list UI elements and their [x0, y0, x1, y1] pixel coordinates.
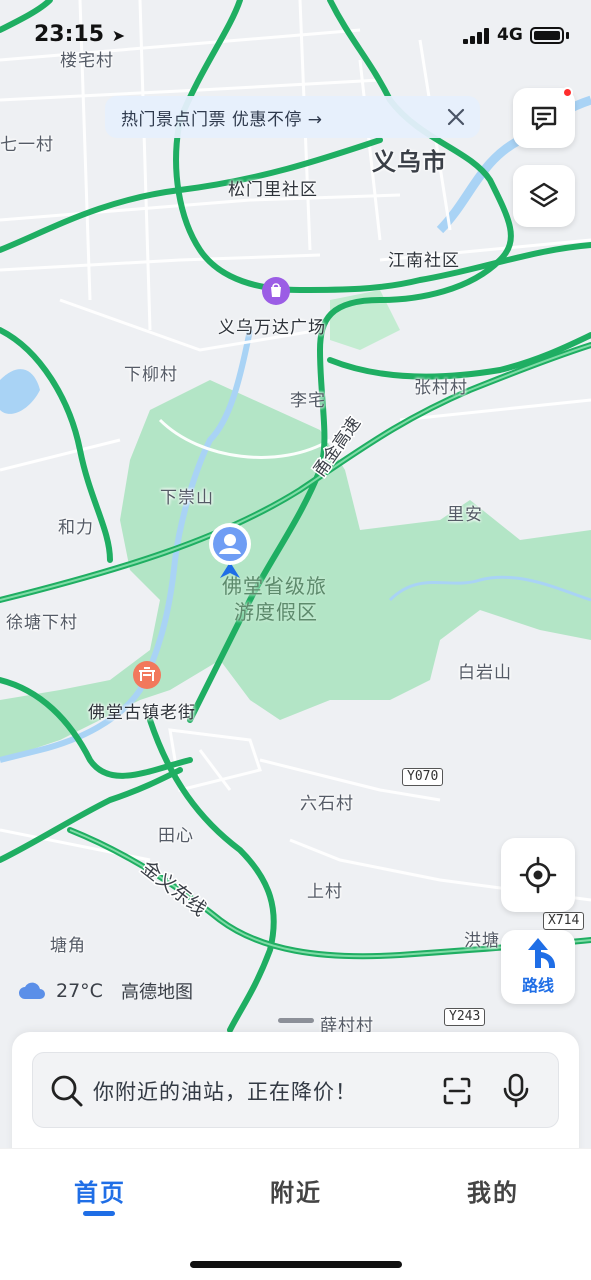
microphone-icon[interactable] — [501, 1073, 531, 1109]
map-label-wanda[interactable]: 义乌万达广场 — [218, 313, 326, 338]
battery-icon — [530, 27, 564, 44]
map-label-futang-old[interactable]: 佛堂古镇老街 — [88, 698, 196, 723]
weather-temp: 27°C — [56, 980, 103, 1002]
status-bar: 23:15 ➤ 4G — [0, 0, 591, 70]
map-label-xialiu[interactable]: 下柳村 — [124, 360, 178, 385]
map-label-yiwu-city[interactable]: 义乌市 — [372, 142, 447, 177]
weather-widget[interactable]: 27°C 高德地图 — [18, 978, 193, 1004]
map-label-qiyi[interactable]: 七一村 — [0, 130, 54, 155]
brand-label: 高德地图 — [120, 982, 193, 1003]
route-button-label: 路线 — [521, 976, 554, 995]
map-label-xiachongshan[interactable]: 下崇山 — [160, 483, 214, 508]
tab-active-indicator — [83, 1211, 115, 1216]
route-button[interactable]: 路线 — [501, 930, 575, 1004]
road-label-jinyi-east: 金义东线 — [137, 857, 210, 921]
crosshair-icon — [519, 856, 557, 894]
map-label-xutang[interactable]: 徐塘下村 — [6, 608, 78, 633]
map-label-tangjiao[interactable]: 塘角 — [50, 931, 86, 956]
map-label-resort2[interactable]: 游度假区 — [234, 596, 318, 625]
battery-nub — [566, 32, 569, 39]
road-shield-y070: Y070 — [402, 768, 444, 786]
map-label-zhangcun[interactable]: 张村村 — [414, 373, 468, 398]
scan-icon[interactable] — [441, 1075, 473, 1107]
close-icon[interactable] — [444, 105, 468, 129]
home-indicator — [190, 1261, 402, 1268]
map-label-shangcun[interactable]: 上村 — [307, 877, 343, 902]
map-label-lizhai[interactable]: 李宅 — [290, 386, 326, 411]
map-label-lian[interactable]: 里安 — [447, 500, 483, 525]
map-label-hongtang[interactable]: 洪塘 — [464, 926, 500, 951]
status-time: 23:15 ➤ — [34, 22, 126, 47]
map-label-jiangnan[interactable]: 江南社区 — [388, 246, 460, 271]
map-label-heli[interactable]: 和力 — [58, 513, 94, 538]
road-shield-x714: X714 — [543, 912, 585, 930]
search-placeholder: 你附近的油站，正在降价！ — [93, 1080, 357, 1104]
road-shield-y243: Y243 — [444, 1008, 486, 1026]
map-label-songmenli[interactable]: 松门里社区 — [228, 175, 318, 200]
tab-bar: 首页 附近 我的 — [0, 1148, 591, 1280]
sheet-drag-handle[interactable] — [278, 1018, 314, 1023]
notification-dot — [562, 87, 573, 98]
map-label-baiyan[interactable]: 白岩山 — [458, 658, 512, 683]
search-icon — [51, 1075, 83, 1107]
layers-icon — [529, 182, 559, 208]
message-icon — [531, 106, 557, 131]
cloud-icon — [19, 982, 45, 999]
promo-banner-text: 热门景点门票 优惠不停 → — [121, 109, 323, 130]
locate-me-button[interactable] — [501, 838, 575, 912]
amap-screen: 甬金高速 金义东线 义乌市 松门里社区 江南社区 义乌万达广场 楼宅村 七一村 下柳村 李宅张… — [0, 0, 591, 1280]
map-label-liushi[interactable]: 六石村 — [300, 789, 354, 814]
network-type: 4G — [497, 25, 523, 45]
signal-icon — [463, 28, 489, 44]
map-label-tianxin[interactable]: 田心 — [158, 821, 194, 846]
promo-banner[interactable]: 热门景点门票 优惠不停 → — [105, 96, 480, 138]
location-arrow-icon: ➤ — [111, 26, 126, 45]
route-arrow-icon — [528, 938, 555, 968]
search-bar[interactable]: 你附近的油站，正在降价！ — [32, 1052, 559, 1128]
tab-home[interactable]: 首页 — [74, 1173, 126, 1208]
layers-button[interactable] — [513, 165, 575, 227]
tab-mine[interactable]: 我的 — [467, 1173, 519, 1208]
tab-nearby[interactable]: 附近 — [270, 1173, 322, 1208]
